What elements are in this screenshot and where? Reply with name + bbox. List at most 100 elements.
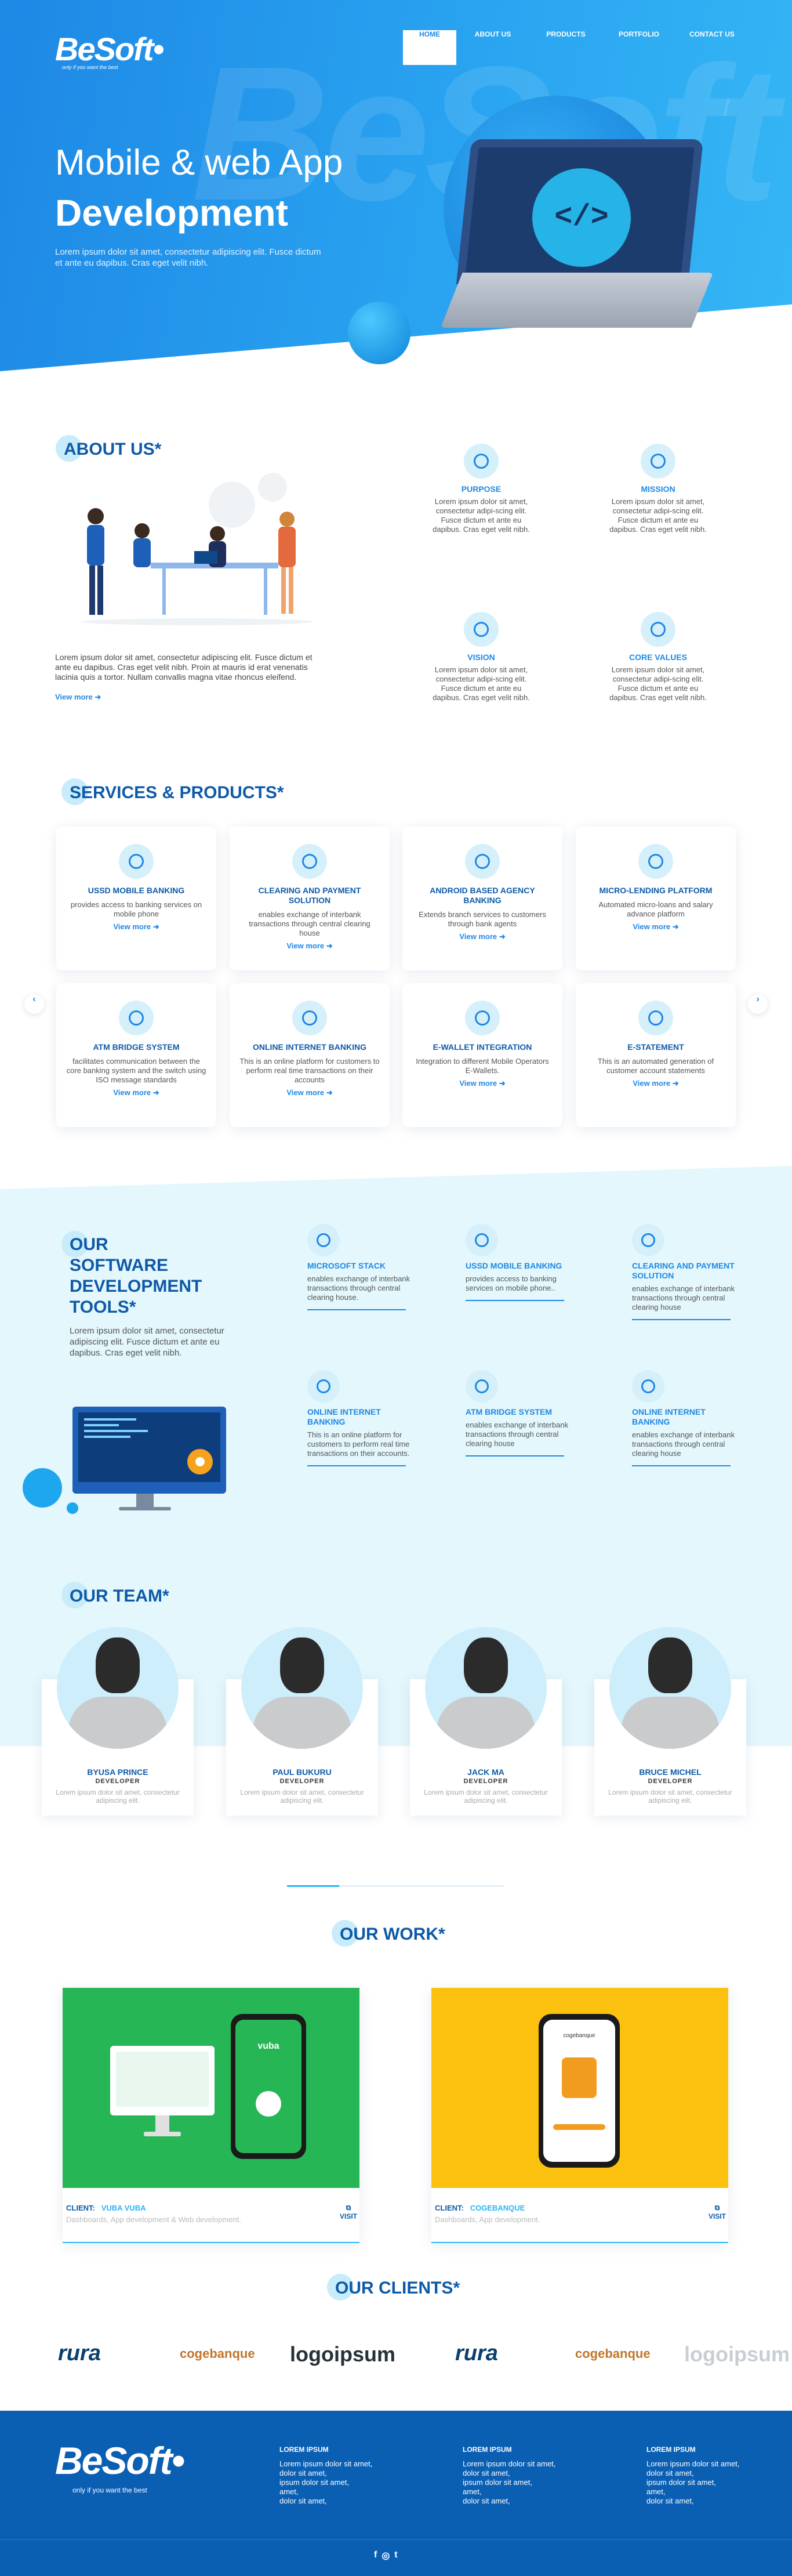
twitter-icon[interactable]: t — [394, 2550, 397, 2561]
service-view-more[interactable]: View more ➜ — [286, 941, 332, 951]
team-slider-track[interactable] — [287, 1885, 504, 1887]
avatar — [241, 1627, 363, 1749]
service-view-more[interactable]: View more ➜ — [113, 1088, 159, 1097]
service-card[interactable]: CLEARING AND PAYMENT SOLUTION enables exc… — [230, 827, 390, 970]
target-icon — [638, 844, 673, 879]
external-link-icon: ⧉ — [346, 2204, 351, 2212]
hero-description: Lorem ipsum dolor sit amet, consectetur … — [55, 247, 321, 268]
team-member-card: BRUCE MICHEL DEVELOPER Lorem ipsum dolor s… — [594, 1627, 746, 1816]
svg-text:vuba: vuba — [257, 2041, 279, 2051]
binoculars-icon — [465, 1001, 500, 1035]
clients-heading: OUR CLIENTS* — [327, 2274, 460, 2300]
feature-mission: MISSION Lorem ipsum dolor sit amet, conse… — [603, 444, 713, 534]
tool-item: ONLINE INTERNET BANKING enables exchange … — [632, 1370, 736, 1466]
service-card[interactable]: ONLINE INTERNET BANKING This is an online… — [230, 983, 390, 1127]
client-logo-rura: rura — [58, 2341, 101, 2365]
site-logo[interactable]: BeSoft• only if you want the best — [55, 30, 164, 70]
tools-heading: OUR SOFTWARE DEVELOPMENT TOOLS* — [61, 1231, 202, 1318]
tools-text: Lorem ipsum dolor sit amet, consectetur … — [70, 1326, 224, 1358]
computer-illustration — [23, 1407, 226, 1514]
target-icon — [292, 844, 327, 879]
tool-item: MICROSOFT STACK enables exchange of inter… — [307, 1224, 412, 1310]
team-heading: OUR TEAM* — [61, 1582, 169, 1608]
service-card[interactable]: E-STATEMENT This is an automated generati… — [576, 983, 736, 1127]
avatar — [609, 1627, 731, 1749]
tool-item: CLEARING AND PAYMENT SOLUTION enables exc… — [632, 1224, 736, 1320]
service-view-more[interactable]: View more ➜ — [113, 922, 159, 932]
service-card[interactable]: ATM BRIDGE SYSTEM facilitates communicati… — [56, 983, 216, 1127]
footer: BeSoft• only if you want the best LOREM … — [0, 2411, 792, 2576]
footer-column: LOREM IPSUM Lorem ipsum dolor sit amet, d… — [463, 2445, 556, 2505]
team-member-card: BYUSA PRINCE DEVELOPER Lorem ipsum dolor s… — [42, 1627, 194, 1816]
service-view-more[interactable]: View more ➜ — [286, 1088, 332, 1097]
work-card[interactable]: cogebanque CLIENT: COGEBANQUE Dashboards… — [431, 1988, 728, 2243]
nav-contact[interactable]: CONTACT US — [675, 30, 749, 65]
main-nav: HOME ABOUT US PRODUCTS PORTFOLIO CONTACT… — [403, 30, 749, 65]
facebook-icon[interactable]: f — [374, 2550, 377, 2561]
binoculars-icon — [464, 444, 499, 479]
binoculars-icon — [466, 1370, 498, 1403]
team-slider-thumb[interactable] — [287, 1885, 339, 1887]
nav-home[interactable]: HOME — [403, 30, 456, 65]
hero-title: Mobile & web App — [55, 143, 343, 183]
work-image: cogebanque — [431, 1988, 728, 2188]
binoculars-icon — [119, 844, 154, 879]
nav-portfolio[interactable]: PORTFOLIO — [602, 30, 675, 65]
target-icon — [307, 1224, 340, 1256]
target-icon — [307, 1370, 340, 1403]
binoculars-icon — [119, 1001, 154, 1035]
services-next-button[interactable]: › — [748, 994, 768, 1014]
feature-purpose: PURPOSE Lorem ipsum dolor sit amet, conse… — [426, 444, 536, 534]
target-icon — [632, 1370, 664, 1403]
footer-logo[interactable]: BeSoft• — [55, 2439, 185, 2483]
team-meeting-illustration — [81, 473, 313, 625]
target-icon — [632, 1224, 664, 1256]
service-card[interactable]: E-WALLET INTEGRATION Integration to diffe… — [402, 983, 562, 1127]
check-icon — [292, 1001, 327, 1035]
binoculars-icon — [466, 1224, 498, 1256]
service-card[interactable]: USSD MOBILE BANKING provides access to ba… — [56, 827, 216, 970]
tool-item: ATM BRIDGE SYSTEM enables exchange of int… — [466, 1370, 570, 1457]
target-icon — [638, 1001, 673, 1035]
work-image: vuba — [63, 1988, 359, 2188]
external-link-icon: ⧉ — [714, 2204, 720, 2212]
code-icon: </> — [532, 168, 631, 267]
service-card[interactable]: ANDROID BASED AGENCY BANKING Extends bran… — [402, 827, 562, 970]
team-member-card: JACK MA DEVELOPER Lorem ipsum dolor sit am… — [410, 1627, 562, 1816]
svg-text:cogebanque: cogebanque — [563, 2032, 595, 2039]
avatar — [57, 1627, 179, 1749]
tool-item: USSD MOBILE BANKING provides access to ba… — [466, 1224, 570, 1301]
client-logo-cogebanque: cogebanque — [575, 2346, 651, 2361]
about-view-more[interactable]: View more ➜ — [55, 693, 101, 701]
client-logo-logoipsum: logoipsum — [290, 2342, 395, 2366]
service-view-more[interactable]: View more ➜ — [633, 1079, 678, 1088]
feature-vision: VISION Lorem ipsum dolor sit amet, consec… — [426, 612, 536, 702]
client-logo-rura: rura — [455, 2341, 498, 2365]
footer-column: LOREM IPSUM Lorem ipsum dolor sit amet, d… — [279, 2445, 373, 2505]
service-card[interactable]: MICRO-LENDING PLATFORM Automated micro-lo… — [576, 827, 736, 970]
visit-link[interactable]: ⧉ VISIT — [340, 2204, 357, 2220]
nav-about[interactable]: ABOUT US — [456, 30, 529, 65]
footer-tagline: only if you want the best — [72, 2486, 147, 2494]
about-text: Lorem ipsum dolor sit amet, consectetur … — [55, 653, 313, 701]
laptop-keyboard — [441, 273, 713, 328]
check-icon — [641, 612, 675, 647]
client-logo-cogebanque: cogebanque — [180, 2346, 255, 2361]
feature-core-values: CORE VALUES Lorem ipsum dolor sit amet, c… — [603, 612, 713, 702]
work-card[interactable]: vuba CLIENT: VUBA VUBA Dashboards, App d… — [63, 1988, 359, 2243]
visit-link[interactable]: ⧉ VISIT — [709, 2204, 726, 2220]
avatar — [425, 1627, 547, 1749]
arrow-right-icon: ➜ — [95, 693, 101, 701]
service-view-more[interactable]: View more ➜ — [459, 932, 505, 941]
services-prev-button[interactable]: ‹ — [24, 994, 44, 1014]
team-member-card: PAUL BUKURU DEVELOPER Lorem ipsum dolor si… — [226, 1627, 378, 1816]
nav-products[interactable]: PRODUCTS — [529, 30, 602, 65]
footer-column: LOREM IPSUM Lorem ipsum dolor sit amet, d… — [646, 2445, 740, 2505]
instagram-icon[interactable]: ◎ — [382, 2550, 390, 2561]
hero-section: BeSoft BeSoft•only if you want the best … — [0, 0, 792, 406]
social-links: f ◎ t — [374, 2550, 398, 2561]
service-view-more[interactable]: View more ➜ — [459, 1079, 505, 1088]
binoculars-icon — [464, 612, 499, 647]
tool-item: ONLINE INTERNET BANKING This is an online… — [307, 1370, 412, 1466]
service-view-more[interactable]: View more ➜ — [633, 922, 678, 932]
